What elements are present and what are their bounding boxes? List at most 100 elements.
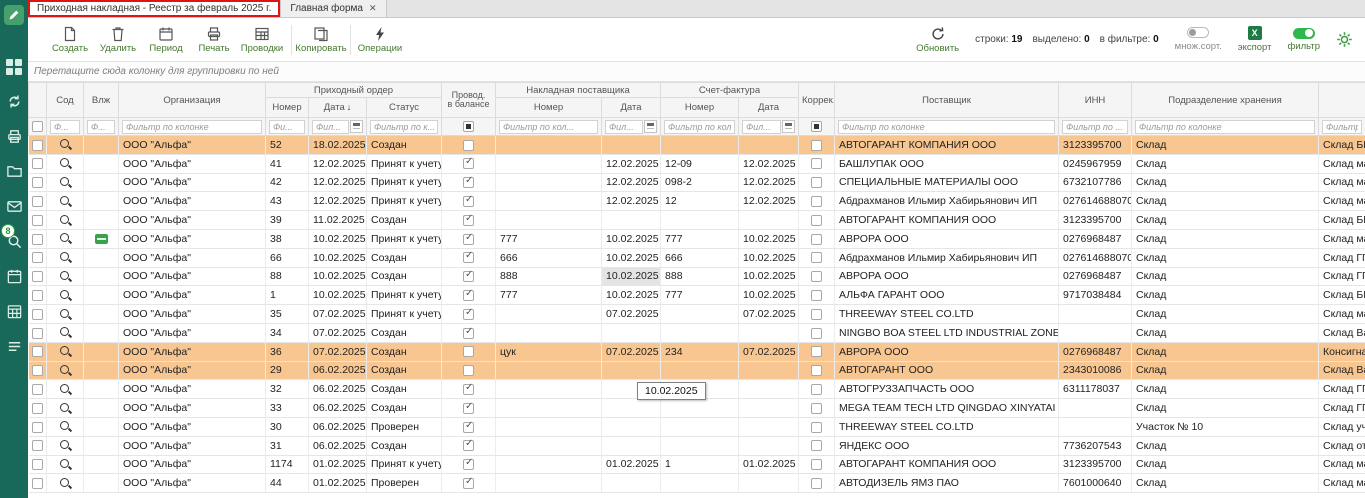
posted-checkbox[interactable] [463,158,474,169]
filter-attachments-input[interactable] [87,120,115,134]
filter-storage-department-input[interactable] [1135,120,1315,134]
row-checkbox[interactable] [32,422,43,433]
posted-checkbox[interactable] [463,196,474,207]
correction-checkbox[interactable] [811,459,822,470]
posted-checkbox[interactable] [463,252,474,263]
operations-button[interactable]: Операции [356,26,404,54]
magnifier-icon[interactable] [59,289,72,302]
col-header-supplier-invoice-number[interactable]: Номер [496,98,602,118]
posted-checkbox[interactable] [463,440,474,451]
period-button[interactable]: Период [142,26,190,54]
multisort-toggle[interactable]: множ.сорт. [1175,27,1222,52]
filter-supplier-input[interactable] [838,120,1055,134]
select-all-checkbox[interactable] [32,121,43,132]
filter-toggle[interactable]: фильтр [1287,28,1320,52]
table-row[interactable]: ООО "Альфа"3810.02.2025Принят к учету777… [29,229,1365,248]
export-button[interactable]: X экспорт [1238,26,1272,53]
correction-checkbox[interactable] [811,252,822,263]
filter-switch-icon[interactable] [1293,28,1315,39]
edit-button[interactable] [4,5,24,25]
postings-button[interactable]: Проводки [238,26,286,54]
table-row[interactable]: ООО "Альфа"4401.02.2025ПроверенАВТОДИЗЕЛ… [29,474,1365,493]
table-row[interactable]: ООО "Альфа"3407.02.2025СозданNINGBO BOA … [29,323,1365,342]
magnifier-icon[interactable] [59,420,72,433]
filter-correction-checkbox[interactable] [811,121,822,132]
multisort-switch-icon[interactable] [1187,27,1209,38]
row-checkbox[interactable] [32,215,43,226]
filter-order-number-input[interactable] [269,120,305,134]
print-button[interactable]: Печать [190,26,238,54]
copy-button[interactable]: Копировать [297,26,345,54]
calendar-picker-icon[interactable] [782,120,795,133]
table-row[interactable]: ООО "Альфа"2906.02.2025СозданАВТОГАРАНТ … [29,361,1365,380]
posted-checkbox[interactable] [463,215,474,226]
filter-status-input[interactable] [370,120,438,134]
col-header-attachments[interactable]: Влж [84,83,119,118]
notification-badge[interactable]: 8 [1,224,15,238]
table-row[interactable]: ООО "Альфа"4212.02.2025Принят к учету12.… [29,173,1365,192]
correction-checkbox[interactable] [811,478,822,489]
correction-checkbox[interactable] [811,440,822,451]
row-checkbox[interactable] [32,290,43,301]
magnifier-icon[interactable] [59,439,72,452]
posted-checkbox[interactable] [463,234,474,245]
table-row[interactable]: ООО "Альфа"6610.02.2025Создан66610.02.20… [29,248,1365,267]
table-row[interactable]: ООО "Альфа"3507.02.2025Принят к учету07.… [29,305,1365,324]
create-button[interactable]: Создать [46,26,94,54]
gear-icon[interactable] [1336,31,1353,48]
row-checkbox[interactable] [32,158,43,169]
folder-icon[interactable] [4,162,24,182]
col-header-storage-department[interactable]: Подразделение хранения [1132,83,1319,118]
col-header-invoice-number[interactable]: Номер [661,98,739,118]
posted-checkbox[interactable] [463,422,474,433]
posted-checkbox[interactable] [463,478,474,489]
correction-checkbox[interactable] [811,196,822,207]
filter-supplier-invoice-number-input[interactable] [499,120,598,134]
posted-checkbox[interactable] [463,459,474,470]
magnifier-icon[interactable] [59,458,72,471]
filter-invoice-date-input[interactable] [742,120,781,134]
table-row[interactable]: ООО "Альфа"5218.02.2025СозданАВТОГАРАНТ … [29,136,1365,155]
correction-checkbox[interactable] [811,290,822,301]
row-checkbox[interactable] [32,459,43,470]
table-row[interactable]: ООО "Альфа"3607.02.2025Созданцук07.02.20… [29,342,1365,361]
list-icon[interactable] [4,337,24,357]
col-header-order-number[interactable]: Номер [266,98,309,118]
filter-warehouse-input[interactable] [1322,120,1362,134]
posted-checkbox[interactable] [463,271,474,282]
correction-checkbox[interactable] [811,177,822,188]
tab-close-icon[interactable]: ✕ [369,3,377,14]
correction-checkbox[interactable] [811,346,822,357]
correction-checkbox[interactable] [811,422,822,433]
posted-checkbox[interactable] [463,365,474,376]
printer-icon[interactable] [4,127,24,147]
table-row[interactable]: ООО "Альфа"4112.02.2025Принят к учету12.… [29,154,1365,173]
posted-checkbox[interactable] [463,328,474,339]
correction-checkbox[interactable] [811,309,822,320]
table-row[interactable]: ООО "Альфа"3006.02.2025ПроверенTHREEWAY … [29,417,1365,436]
correction-checkbox[interactable] [811,403,822,414]
table-row[interactable]: ООО "Альфа"3911.02.2025СозданАВТОГАРАНТ … [29,211,1365,230]
grouping-drop-zone[interactable]: Перетащите сюда колонку для группировки … [28,62,1365,82]
col-header-correction[interactable]: Коррек... [799,83,835,118]
table-row[interactable]: ООО "Альфа"8810.02.2025Создан88810.02.20… [29,267,1365,286]
row-checkbox[interactable] [32,328,43,339]
table-row[interactable]: ООО "Альфа"3106.02.2025СозданЯНДЕКС ООО7… [29,436,1365,455]
magnifier-icon[interactable] [59,251,72,264]
calendar-grid-icon[interactable] [4,302,24,322]
correction-checkbox[interactable] [811,271,822,282]
posted-checkbox[interactable] [463,140,474,151]
row-checkbox[interactable] [32,440,43,451]
magnifier-icon[interactable] [59,195,72,208]
table-row[interactable]: ООО "Альфа"117401.02.2025Принят к учету0… [29,455,1365,474]
row-checkbox[interactable] [32,252,43,263]
row-checkbox[interactable] [32,234,43,245]
col-header-warehouse[interactable] [1319,83,1365,118]
col-header-content[interactable]: Сод [47,83,84,118]
filter-order-date-input[interactable] [312,120,349,134]
calendar-icon[interactable] [4,267,24,287]
magnifier-icon[interactable] [59,345,72,358]
tab-incoming-invoice-register[interactable]: Приходная накладная - Реестр за февраль … [28,0,281,17]
row-checkbox[interactable] [32,384,43,395]
logo-grid-icon[interactable] [4,57,24,77]
